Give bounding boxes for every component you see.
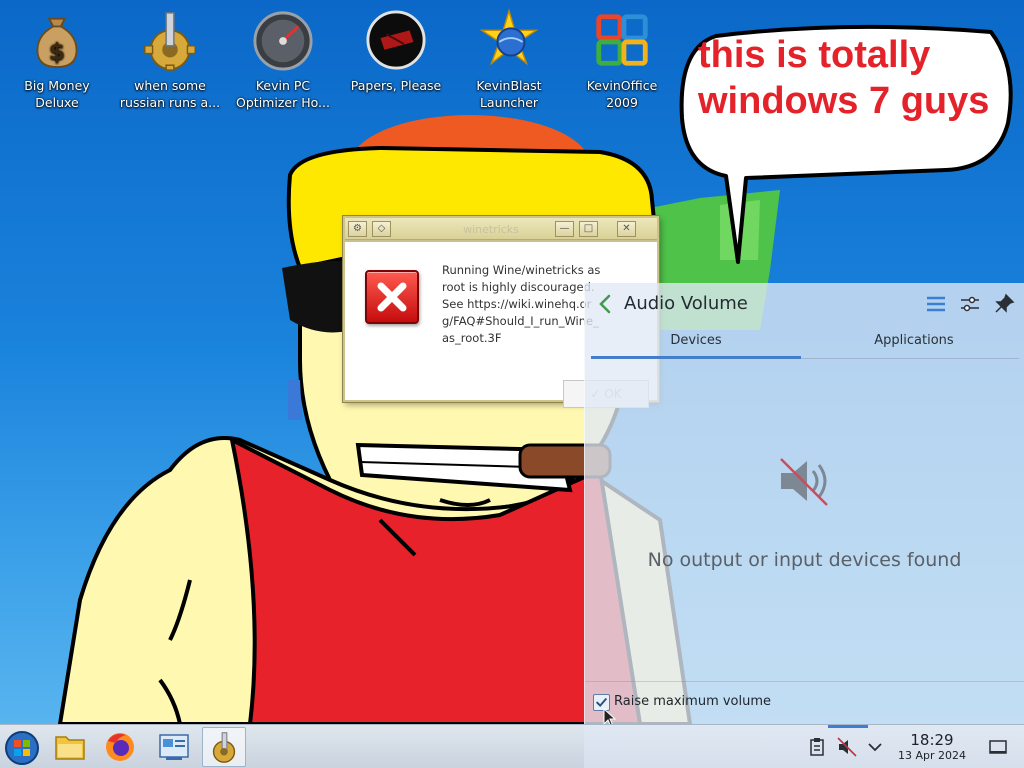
dialog-titlebar[interactable]: ⚙ ◇ winetricks — □ ✕ bbox=[345, 218, 657, 240]
tab-bar: Devices Applications bbox=[591, 327, 1019, 359]
start-button[interactable] bbox=[0, 727, 44, 767]
file-manager-icon bbox=[55, 736, 85, 760]
desktop-icon-kevin-pc-optimizer[interactable]: Kevin PC Optimizer Ho... bbox=[231, 8, 335, 111]
start-orb-icon bbox=[5, 731, 39, 765]
tab-divider bbox=[591, 358, 1019, 359]
panel-title: Audio Volume bbox=[624, 293, 748, 314]
svg-text:$: $ bbox=[49, 38, 65, 65]
desktop-icon-kevinblast[interactable]: KevinBlast Launcher bbox=[457, 8, 561, 111]
speaker-muted-icon bbox=[780, 458, 828, 506]
minimize-button[interactable]: — bbox=[555, 221, 574, 237]
speedometer-icon bbox=[253, 11, 313, 71]
dialog-message: Running Wine/winetricks as root is highl… bbox=[442, 263, 601, 345]
panel-footer: Raise maximum volume bbox=[585, 681, 1024, 728]
firefox-icon bbox=[106, 733, 134, 761]
taskbar: 18:29 13 Apr 2024 bbox=[0, 724, 1024, 768]
settings-sliders-icon[interactable] bbox=[959, 293, 981, 315]
taskbar-control-panel[interactable] bbox=[152, 727, 196, 767]
hamburger-menu-icon[interactable] bbox=[925, 293, 947, 315]
expand-tray-icon[interactable] bbox=[865, 737, 885, 757]
speech-bubble-text: this is totally windows 7 guys bbox=[698, 34, 990, 122]
volume-active-indicator bbox=[828, 725, 868, 728]
volume-muted-icon[interactable] bbox=[837, 737, 857, 757]
desktop-icon-label: Big Money Deluxe bbox=[24, 78, 90, 110]
desktop-icon-papers-please[interactable]: Papers, Please bbox=[344, 8, 448, 94]
desktop-icon-label: Papers, Please bbox=[350, 78, 442, 93]
gear-piston-icon bbox=[144, 12, 196, 71]
office-logo-icon bbox=[596, 14, 648, 66]
clock-time[interactable]: 18:29 bbox=[896, 731, 968, 749]
tab-applications[interactable]: Applications bbox=[809, 327, 1019, 359]
panel-header: Audio Volume bbox=[585, 283, 1024, 327]
close-button[interactable]: ✕ bbox=[617, 221, 636, 237]
money-bag-icon: $ bbox=[36, 17, 78, 69]
desktop-icon-label: KevinBlast Launcher bbox=[476, 78, 542, 110]
winetricks-icon bbox=[212, 732, 236, 763]
desktop-icon-kevinoffice[interactable]: KevinOffice 2009 bbox=[570, 8, 674, 111]
star-globe-icon bbox=[479, 8, 539, 66]
desktop-icon-label: KevinOffice 2009 bbox=[586, 78, 658, 110]
desktop-icon-label: when some russian runs a... bbox=[119, 78, 221, 110]
taskbar-winetricks[interactable] bbox=[202, 727, 246, 767]
pin-icon[interactable]: ◇ bbox=[372, 221, 391, 237]
desktop-icon-label: Kevin PC Optimizer Ho... bbox=[236, 78, 330, 110]
dialog-title: winetricks bbox=[463, 223, 519, 236]
error-x-icon bbox=[365, 270, 419, 324]
pin-icon[interactable] bbox=[993, 293, 1015, 315]
audio-volume-panel: Audio Volume Devices Applications No out… bbox=[584, 283, 1024, 728]
taskbar-file-manager[interactable] bbox=[48, 727, 92, 767]
control-panel-icon bbox=[159, 734, 189, 760]
desktop-icon-russian[interactable]: when some russian runs a... bbox=[118, 8, 222, 111]
desktop-icon-big-money[interactable]: $ Big Money Deluxe bbox=[5, 8, 109, 111]
maximize-button[interactable]: □ bbox=[579, 221, 598, 237]
show-desktop-icon[interactable] bbox=[988, 737, 1008, 757]
clipboard-icon[interactable] bbox=[807, 737, 827, 757]
no-devices-message: No output or input devices found bbox=[647, 549, 962, 571]
papers-please-icon bbox=[366, 10, 426, 70]
back-arrow-icon[interactable] bbox=[595, 293, 617, 315]
raise-max-volume-label[interactable]: Raise maximum volume bbox=[614, 694, 771, 709]
taskbar-firefox[interactable] bbox=[98, 727, 142, 767]
tab-devices[interactable]: Devices bbox=[591, 327, 801, 359]
clock-date[interactable]: 13 Apr 2024 bbox=[890, 749, 974, 762]
winetricks-app-icon[interactable]: ⚙ bbox=[348, 221, 367, 237]
